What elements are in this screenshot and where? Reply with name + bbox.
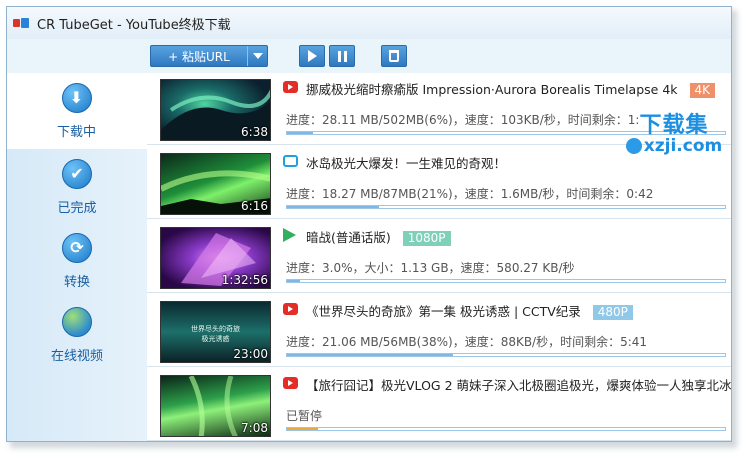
video-duration: 1:32:56: [221, 273, 268, 287]
watermark-logo-icon: [625, 138, 642, 154]
progress-fill: [287, 206, 379, 208]
title-bar: CR TubeGet - YouTube终极下载: [7, 7, 731, 39]
play-icon: [307, 50, 317, 62]
sidebar-item-label: 下载中: [56, 124, 96, 140]
video-duration: 23:00: [233, 347, 268, 361]
app-logo-icon: [13, 17, 29, 29]
watermark-sub: xzji.com: [619, 136, 729, 156]
sidebar-item-label: 转换: [63, 274, 90, 290]
thumbnail-caption-line: 世界尽头的奇旅: [191, 325, 240, 333]
video-title-text: 《世界尽头的奇旅》第一集 极光诱惑 | CCTV纪录: [306, 304, 581, 319]
progress-fill: [287, 132, 314, 134]
watermark-main: 下载集: [639, 113, 709, 138]
video-thumbnail: 7:08: [160, 375, 271, 437]
progress-fill: [287, 280, 301, 282]
chevron-down-icon: [252, 53, 263, 59]
video-title: 挪威极光缩时瘵瘉版 Impression·Aurora Borealis Tim…: [306, 79, 716, 98]
list-item[interactable]: 7:08 【旅行囧记】极光VLOG 2 萌妹子深入北极圈追极光，爆爽体验一人独享…: [147, 369, 732, 441]
video-thumbnail: 世界尽头的奇旅 极光诱惑 23:00: [160, 301, 271, 363]
video-title: 【旅行囧记】极光VLOG 2 萌妹子深入北极圈追极光，爆爽体验一人独享北冰洋: [306, 375, 732, 394]
pause-icon: [337, 50, 347, 62]
sidebar-item-online-video[interactable]: 在线视频: [7, 297, 147, 373]
app-window: CR TubeGet - YouTube终极下载 + 粘贴URL ⬇ 下载中 ✔…: [6, 6, 732, 442]
youtube-icon: [283, 81, 298, 93]
youtube-icon: [283, 303, 298, 315]
checkmark-icon: ✔: [62, 158, 92, 189]
video-title: 暗战(普通话版) 1080P: [306, 227, 451, 246]
tencent-video-icon: [283, 228, 296, 242]
thumbnail-caption-line: 极光诱惑: [201, 335, 230, 343]
video-thumbnail: 1:32:56: [160, 227, 271, 289]
video-title-text: 挪威极光缩时瘵瘉版 Impression·Aurora Borealis Tim…: [306, 82, 678, 97]
download-status: 进度：21.06 MB/56MB(38%)，速度：88KB/秒，时间剩余：5:4…: [286, 335, 648, 349]
pause-button[interactable]: [329, 45, 355, 67]
window-title: CR TubeGet - YouTube终极下载: [37, 17, 231, 33]
download-status: 已暂停: [286, 409, 323, 423]
progress-bar: [286, 427, 726, 431]
video-title: 冰岛极光大爆发！一生难见的奇观！: [306, 153, 506, 172]
video-title-text: 暗战(普通话版): [306, 230, 391, 245]
download-arrow-icon: ⬇: [61, 82, 92, 113]
sidebar: ⬇ 下载中 ✔ 已完成 ⟳ 转换 在线视频: [7, 73, 147, 441]
sidebar-item-label: 在线视频: [50, 348, 103, 364]
bilibili-icon: [283, 155, 298, 167]
sidebar-item-convert[interactable]: ⟳ 转换: [7, 223, 147, 299]
video-duration: 7:08: [241, 421, 268, 435]
progress-bar: [286, 353, 726, 357]
quality-badge: 480P: [592, 305, 633, 320]
video-title: 《世界尽头的奇旅》第一集 极光诱惑 | CCTV纪录 480P: [306, 301, 633, 320]
download-status: 进度：18.27 MB/87MB(21%)，速度：1.6MB/秒，时间剩余：0:…: [286, 187, 654, 201]
paste-url-dropdown[interactable]: [247, 46, 267, 66]
delete-button[interactable]: [381, 45, 407, 67]
video-title-text: 【旅行囧记】极光VLOG 2 萌妹子深入北极圈追极光，爆爽体验一人独享北冰洋: [306, 378, 732, 393]
thumbnail-caption: 世界尽头的奇旅 极光诱惑: [161, 324, 270, 344]
watermark-sub-text: xzji.com: [643, 136, 723, 156]
sidebar-item-downloading[interactable]: ⬇ 下载中: [7, 73, 147, 149]
quality-badge: 4K: [689, 83, 716, 98]
list-item[interactable]: 世界尽头的奇旅 极光诱惑 23:00 《世界尽头的奇旅》第一集 极光诱惑 | C…: [147, 295, 731, 367]
trash-icon: [389, 50, 399, 62]
paste-url-label: + 粘贴URL: [168, 49, 230, 64]
video-title-text: 冰岛极光大爆发！一生难见的奇观！: [306, 156, 507, 171]
quality-badge: 1080P: [402, 231, 451, 246]
progress-fill: [287, 354, 454, 356]
progress-fill: [287, 428, 318, 430]
progress-bar: [286, 279, 726, 283]
video-duration: 6:38: [241, 125, 268, 139]
convert-arrows-icon: ⟳: [62, 232, 92, 263]
toolbar: + 粘贴URL: [7, 41, 731, 71]
sidebar-item-completed[interactable]: ✔ 已完成: [7, 149, 147, 225]
site-watermark: 下载集 xzji.com: [619, 107, 729, 156]
start-button[interactable]: [299, 45, 325, 67]
download-status: 进度：28.11 MB/502MB(6%)，速度：103KB/秒，时间剩余：1:: [286, 113, 640, 127]
progress-bar: [286, 205, 726, 209]
video-thumbnail: 6:16: [160, 153, 271, 215]
list-item[interactable]: 6:16 冰岛极光大爆发！一生难见的奇观！ 进度：18.27 MB/87MB(2…: [147, 147, 731, 219]
paste-url-button[interactable]: + 粘贴URL: [150, 45, 268, 67]
video-thumbnail: 6:38: [160, 79, 271, 141]
download-status: 进度：3.0%，大小：1.13 GB，速度：580.27 KB/秒: [286, 261, 575, 275]
sidebar-item-label: 已完成: [57, 200, 97, 216]
youtube-icon: [283, 377, 298, 389]
list-item[interactable]: 1:32:56 暗战(普通话版) 1080P 进度：3.0%，大小：1.13 G…: [147, 221, 731, 293]
video-duration: 6:16: [241, 199, 268, 213]
globe-icon: [62, 306, 92, 337]
